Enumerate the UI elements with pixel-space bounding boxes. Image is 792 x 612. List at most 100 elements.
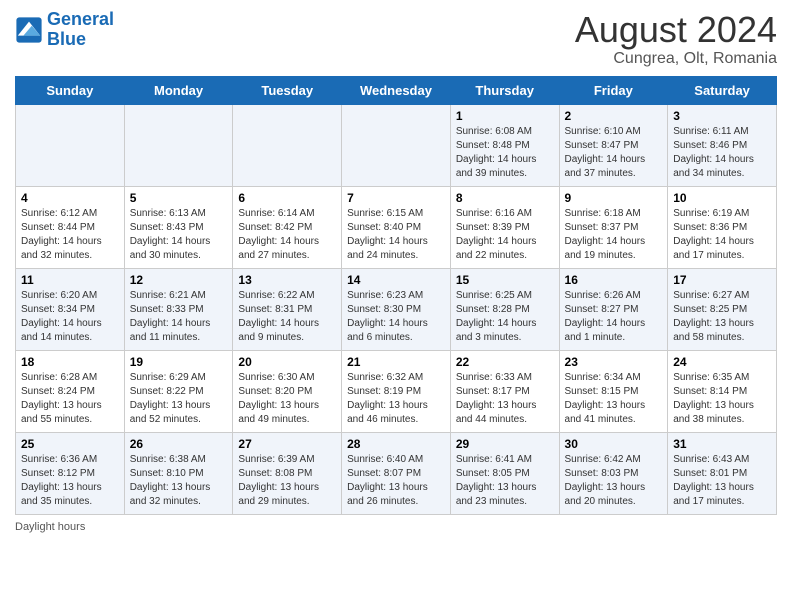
calendar-cell: 29Sunrise: 6:41 AM Sunset: 8:05 PM Dayli… bbox=[450, 432, 559, 514]
day-info: Sunrise: 6:12 AM Sunset: 8:44 PM Dayligh… bbox=[21, 207, 119, 263]
day-number: 1 bbox=[456, 109, 554, 123]
day-number: 21 bbox=[347, 355, 445, 369]
title-block: August 2024 Cungrea, Olt, Romania bbox=[575, 10, 777, 68]
calendar-cell: 17Sunrise: 6:27 AM Sunset: 8:25 PM Dayli… bbox=[668, 268, 777, 350]
header-day-tuesday: Tuesday bbox=[233, 76, 342, 104]
header-day-monday: Monday bbox=[124, 76, 233, 104]
day-number: 26 bbox=[130, 437, 228, 451]
day-info: Sunrise: 6:19 AM Sunset: 8:36 PM Dayligh… bbox=[673, 207, 771, 263]
calendar-cell: 18 Sunrise: 6:28 AM Sunset: 8:24 PM Dayli… bbox=[16, 350, 125, 432]
header-row: SundayMondayTuesdayWednesdayThursdayFrid… bbox=[16, 76, 777, 104]
day-number: 30 bbox=[565, 437, 663, 451]
day-info: Sunrise: 6:22 AM Sunset: 8:31 PM Dayligh… bbox=[238, 289, 336, 345]
day-number: 14 bbox=[347, 273, 445, 287]
calendar-cell: 12Sunrise: 6:21 AM Sunset: 8:33 PM Dayli… bbox=[124, 268, 233, 350]
day-number: 8 bbox=[456, 191, 554, 205]
calendar-table: SundayMondayTuesdayWednesdayThursdayFrid… bbox=[15, 76, 777, 515]
day-number: 3 bbox=[673, 109, 771, 123]
calendar-cell: 20Sunrise: 6:30 AM Sunset: 8:20 PM Dayli… bbox=[233, 350, 342, 432]
calendar-cell bbox=[233, 104, 342, 186]
day-number: 10 bbox=[673, 191, 771, 205]
day-number: 11 bbox=[21, 273, 119, 287]
day-info: Sunrise: 6:21 AM Sunset: 8:33 PM Dayligh… bbox=[130, 289, 228, 345]
week-row-4: 18 Sunrise: 6:28 AM Sunset: 8:24 PM Dayli… bbox=[16, 350, 777, 432]
calendar-body: 1Sunrise: 6:08 AM Sunset: 8:48 PM Daylig… bbox=[16, 104, 777, 514]
week-row-3: 11Sunrise: 6:20 AM Sunset: 8:34 PM Dayli… bbox=[16, 268, 777, 350]
day-info: Sunrise: 6:23 AM Sunset: 8:30 PM Dayligh… bbox=[347, 289, 445, 345]
header-day-thursday: Thursday bbox=[450, 76, 559, 104]
day-number: 19 bbox=[130, 355, 228, 369]
day-number: 23 bbox=[565, 355, 663, 369]
day-info: Sunrise: 6:38 AM Sunset: 8:10 PM Dayligh… bbox=[130, 453, 228, 509]
calendar-cell: 26 Sunrise: 6:38 AM Sunset: 8:10 PM Dayli… bbox=[124, 432, 233, 514]
day-info: Sunrise: 6:42 AM Sunset: 8:03 PM Dayligh… bbox=[565, 453, 663, 509]
calendar-cell: 30 Sunrise: 6:42 AM Sunset: 8:03 PM Dayli… bbox=[559, 432, 668, 514]
day-number: 24 bbox=[673, 355, 771, 369]
calendar-cell: 25 Sunrise: 6:36 AM Sunset: 8:12 PM Dayli… bbox=[16, 432, 125, 514]
calendar-cell: 27Sunrise: 6:39 AM Sunset: 8:08 PM Dayli… bbox=[233, 432, 342, 514]
header-day-sunday: Sunday bbox=[16, 76, 125, 104]
day-info: Sunrise: 6:15 AM Sunset: 8:40 PM Dayligh… bbox=[347, 207, 445, 263]
calendar-header: SundayMondayTuesdayWednesdayThursdayFrid… bbox=[16, 76, 777, 104]
day-number: 2 bbox=[565, 109, 663, 123]
calendar-cell: 7 Sunrise: 6:15 AM Sunset: 8:40 PM Daylig… bbox=[342, 186, 451, 268]
daylight-label: Daylight hours bbox=[15, 521, 85, 533]
day-info: Sunrise: 6:40 AM Sunset: 8:07 PM Dayligh… bbox=[347, 453, 445, 509]
calendar-cell: 14 Sunrise: 6:23 AM Sunset: 8:30 PM Dayli… bbox=[342, 268, 451, 350]
calendar-cell: 2 Sunrise: 6:10 AM Sunset: 8:47 PM Daylig… bbox=[559, 104, 668, 186]
day-info: Sunrise: 6:30 AM Sunset: 8:20 PM Dayligh… bbox=[238, 371, 336, 427]
day-info: Sunrise: 6:10 AM Sunset: 8:47 PM Dayligh… bbox=[565, 125, 663, 181]
day-info: Sunrise: 6:25 AM Sunset: 8:28 PM Dayligh… bbox=[456, 289, 554, 345]
day-info: Sunrise: 6:16 AM Sunset: 8:39 PM Dayligh… bbox=[456, 207, 554, 263]
page-container: General Blue August 2024 Cungrea, Olt, R… bbox=[0, 0, 792, 543]
logo-text: General Blue bbox=[47, 10, 114, 50]
day-number: 18 bbox=[21, 355, 119, 369]
calendar-cell bbox=[124, 104, 233, 186]
calendar-cell: 6Sunrise: 6:14 AM Sunset: 8:42 PM Daylig… bbox=[233, 186, 342, 268]
logo-blue: Blue bbox=[47, 29, 86, 49]
day-number: 17 bbox=[673, 273, 771, 287]
week-row-5: 25 Sunrise: 6:36 AM Sunset: 8:12 PM Dayli… bbox=[16, 432, 777, 514]
calendar-cell: 4Sunrise: 6:12 AM Sunset: 8:44 PM Daylig… bbox=[16, 186, 125, 268]
calendar-cell: 15Sunrise: 6:25 AM Sunset: 8:28 PM Dayli… bbox=[450, 268, 559, 350]
header-day-wednesday: Wednesday bbox=[342, 76, 451, 104]
day-number: 22 bbox=[456, 355, 554, 369]
calendar-cell: 11Sunrise: 6:20 AM Sunset: 8:34 PM Dayli… bbox=[16, 268, 125, 350]
day-number: 16 bbox=[565, 273, 663, 287]
day-number: 27 bbox=[238, 437, 336, 451]
day-number: 31 bbox=[673, 437, 771, 451]
day-info: Sunrise: 6:32 AM Sunset: 8:19 PM Dayligh… bbox=[347, 371, 445, 427]
calendar-cell: 9Sunrise: 6:18 AM Sunset: 8:37 PM Daylig… bbox=[559, 186, 668, 268]
day-info: Sunrise: 6:36 AM Sunset: 8:12 PM Dayligh… bbox=[21, 453, 119, 509]
calendar-cell: 24 Sunrise: 6:35 AM Sunset: 8:14 PM Dayli… bbox=[668, 350, 777, 432]
location: Cungrea, Olt, Romania bbox=[575, 50, 777, 68]
day-number: 5 bbox=[130, 191, 228, 205]
calendar-cell: 8 Sunrise: 6:16 AM Sunset: 8:39 PM Daylig… bbox=[450, 186, 559, 268]
calendar-cell: 3Sunrise: 6:11 AM Sunset: 8:46 PM Daylig… bbox=[668, 104, 777, 186]
calendar-cell bbox=[16, 104, 125, 186]
calendar-cell: 16 Sunrise: 6:26 AM Sunset: 8:27 PM Dayli… bbox=[559, 268, 668, 350]
logo: General Blue bbox=[15, 10, 114, 50]
day-info: Sunrise: 6:34 AM Sunset: 8:15 PM Dayligh… bbox=[565, 371, 663, 427]
calendar-cell: 10 Sunrise: 6:19 AM Sunset: 8:36 PM Dayli… bbox=[668, 186, 777, 268]
day-info: Sunrise: 6:28 AM Sunset: 8:24 PM Dayligh… bbox=[21, 371, 119, 427]
calendar-cell: 13Sunrise: 6:22 AM Sunset: 8:31 PM Dayli… bbox=[233, 268, 342, 350]
day-number: 6 bbox=[238, 191, 336, 205]
logo-icon bbox=[15, 16, 43, 44]
month-year: August 2024 bbox=[575, 10, 777, 50]
day-info: Sunrise: 6:35 AM Sunset: 8:14 PM Dayligh… bbox=[673, 371, 771, 427]
calendar-cell: 5Sunrise: 6:13 AM Sunset: 8:43 PM Daylig… bbox=[124, 186, 233, 268]
header-day-saturday: Saturday bbox=[668, 76, 777, 104]
calendar-cell: 1Sunrise: 6:08 AM Sunset: 8:48 PM Daylig… bbox=[450, 104, 559, 186]
day-number: 7 bbox=[347, 191, 445, 205]
calendar-cell: 21 Sunrise: 6:32 AM Sunset: 8:19 PM Dayli… bbox=[342, 350, 451, 432]
calendar-cell: 23 Sunrise: 6:34 AM Sunset: 8:15 PM Dayli… bbox=[559, 350, 668, 432]
header: General Blue August 2024 Cungrea, Olt, R… bbox=[15, 10, 777, 68]
day-info: Sunrise: 6:26 AM Sunset: 8:27 PM Dayligh… bbox=[565, 289, 663, 345]
day-number: 25 bbox=[21, 437, 119, 451]
day-info: Sunrise: 6:43 AM Sunset: 8:01 PM Dayligh… bbox=[673, 453, 771, 509]
calendar-cell: 28Sunrise: 6:40 AM Sunset: 8:07 PM Dayli… bbox=[342, 432, 451, 514]
day-info: Sunrise: 6:33 AM Sunset: 8:17 PM Dayligh… bbox=[456, 371, 554, 427]
day-number: 29 bbox=[456, 437, 554, 451]
day-info: Sunrise: 6:18 AM Sunset: 8:37 PM Dayligh… bbox=[565, 207, 663, 263]
